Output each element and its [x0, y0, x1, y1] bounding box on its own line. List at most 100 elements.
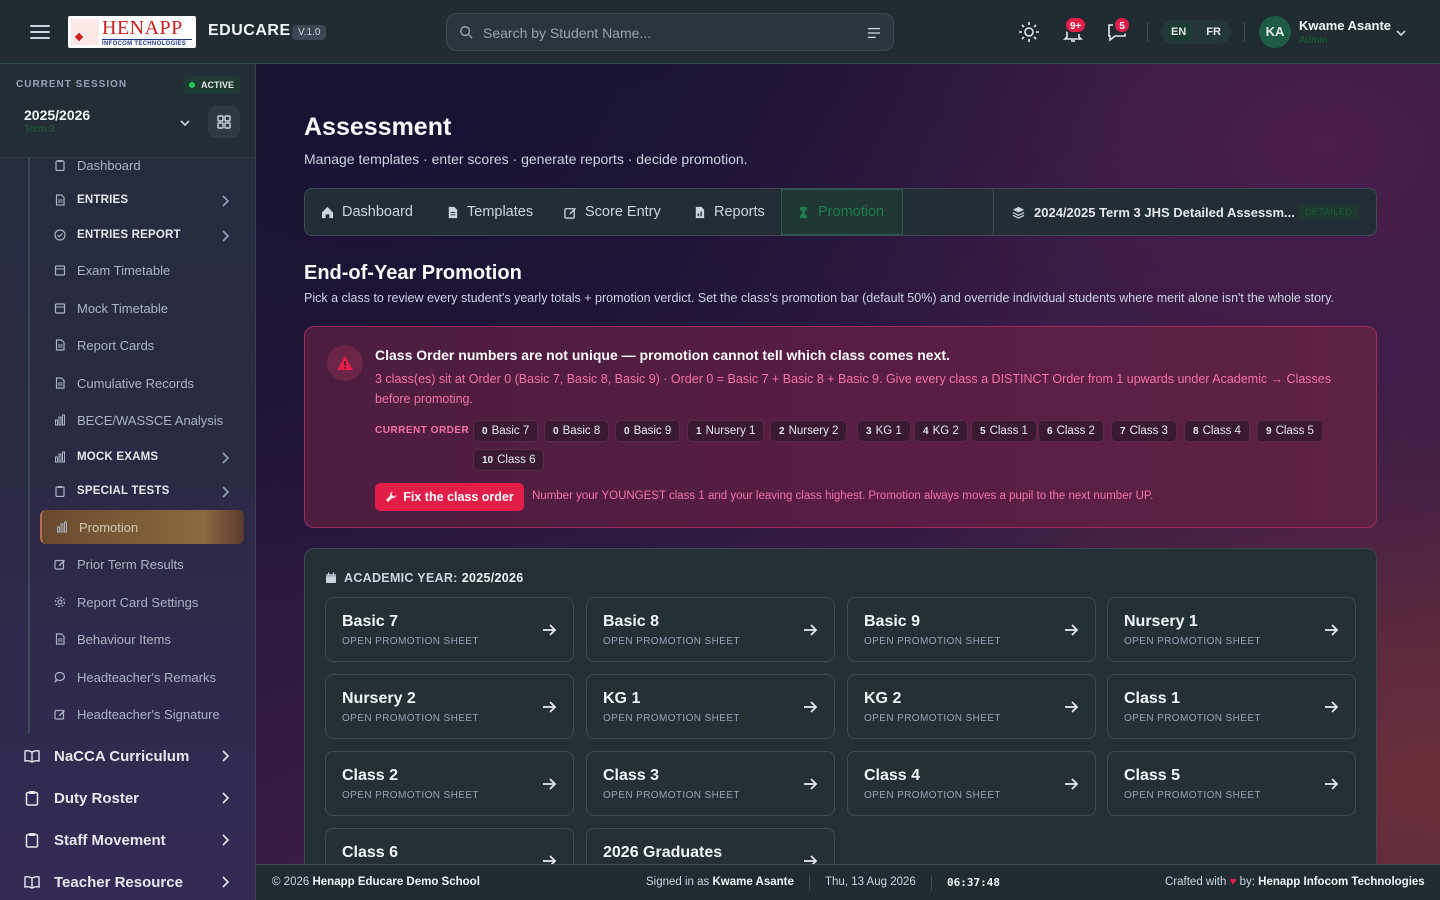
class-card[interactable]: 2026 GraduatesOPEN PROMOTION SHEET [586, 828, 835, 864]
logo-text: HENAPP [102, 17, 183, 39]
footer-credit: Crafted with ♥ by: Henapp Infocom Techno… [1165, 876, 1425, 888]
avatar[interactable]: KA [1259, 16, 1291, 48]
sidebar-item-special-tests[interactable]: SPECIAL TESTS [40, 474, 244, 508]
search-icon [460, 26, 473, 39]
sidebar: CURRENT SESSION ACTIVE 2025/2026 Term 3 … [0, 64, 256, 900]
sidebar-item-prior-term-results[interactable]: Prior Term Results [40, 547, 244, 581]
tab-dashboard[interactable]: Dashboard [321, 189, 413, 235]
order-number: 0 [553, 426, 559, 437]
card-subtitle: OPEN PROMOTION SHEET [603, 790, 740, 801]
class-card[interactable]: Basic 9 OPEN PROMOTION SHEET [847, 597, 1096, 662]
sidebar-section-duty-roster[interactable]: Duty Roster [0, 778, 255, 818]
messages-badge: 5 [1113, 16, 1131, 34]
order-chip: 3 KG 1 [857, 420, 911, 442]
sidebar-section-teacher-resource[interactable]: Teacher Resource [0, 862, 255, 900]
grid-icon [217, 115, 231, 129]
sidebar-item-behaviour-items[interactable]: Behaviour Items [40, 622, 244, 656]
sidebar-item-report-cards[interactable]: Report Cards [40, 328, 244, 362]
order-class-name: Basic 7 [491, 425, 530, 437]
user-role: Admin [1299, 35, 1328, 46]
card-subtitle: OPEN PROMOTION SHEET [603, 713, 740, 724]
menu-icon[interactable] [28, 22, 52, 42]
order-class-name: Class 2 [1056, 425, 1095, 437]
class-card[interactable]: Basic 7 OPEN PROMOTION SHEET [325, 597, 574, 662]
card-subtitle: OPEN PROMOTION SHEET [342, 713, 479, 724]
class-name: KG 1 [603, 690, 641, 707]
order-number: 6 [1047, 426, 1053, 437]
chevron-down-icon[interactable] [178, 116, 192, 130]
sidebar-item-mock-exams[interactable]: MOCK EXAMS [40, 440, 244, 474]
sidebar-item-headteacher-s-signature[interactable]: Headteacher's Signature [40, 697, 244, 731]
search-input[interactable] [483, 22, 853, 44]
order-number: 9 [1266, 426, 1272, 437]
sidebar-item-mock-timetable[interactable]: Mock Timetable [40, 291, 244, 325]
sidebar-section-staff-movement[interactable]: Staff Movement [0, 820, 255, 860]
sidebar-item-exam-timetable[interactable]: Exam Timetable [40, 253, 244, 287]
chevron-right-icon [220, 451, 230, 464]
class-name: Basic 7 [342, 613, 399, 630]
copyright: © 2026 [272, 876, 310, 888]
arrow-right-icon [1323, 776, 1339, 792]
sidebar-item-cumulative-records[interactable]: Cumulative Records [40, 366, 244, 400]
company-link[interactable]: Henapp Infocom Technologies [1258, 876, 1425, 888]
order-chip: 2 Nursery 2 [770, 420, 848, 442]
class-card[interactable]: KG 2 OPEN PROMOTION SHEET [847, 674, 1096, 739]
wrench-icon [386, 491, 397, 502]
class-name: Basic 9 [864, 613, 921, 630]
user-name[interactable]: Kwame Asante [1299, 18, 1391, 33]
chat-icon [54, 671, 66, 684]
tab-templates[interactable]: Templates [446, 189, 533, 235]
sidebar-item-promotion[interactable]: Promotion [40, 510, 244, 544]
session-year[interactable]: 2025/2026 [24, 107, 90, 123]
calendar-icon [54, 264, 66, 276]
chevron-right-icon [220, 229, 230, 242]
sidebar-item-bece-wassce-analysis[interactable]: BECE/WASSCE Analysis [40, 403, 244, 437]
lang-en[interactable]: EN [1166, 23, 1192, 41]
sidebar-item-entries-report[interactable]: ENTRIES REPORT [40, 218, 244, 252]
clipboard-icon [24, 832, 40, 848]
template-selector[interactable]: 2024/2025 Term 3 JHS Detailed Assessm... [1012, 189, 1295, 235]
tab-reports[interactable]: Reports [693, 189, 765, 235]
class-card[interactable]: Class 2 OPEN PROMOTION SHEET [325, 751, 574, 816]
order-class-name: Nursery 2 [788, 425, 839, 437]
report-icon [695, 206, 705, 218]
arrow-right-icon [541, 853, 557, 864]
class-card[interactable]: Nursery 2 OPEN PROMOTION SHEET [325, 674, 574, 739]
class-card[interactable]: Basic 8 OPEN PROMOTION SHEET [586, 597, 835, 662]
class-card[interactable]: Class 1 OPEN PROMOTION SHEET [1107, 674, 1356, 739]
order-chip: 0 Basic 7 [473, 420, 539, 442]
lang-fr[interactable]: FR [1201, 23, 1226, 41]
chevron-down-icon[interactable] [1394, 26, 1408, 40]
tab-score-entry[interactable]: Score Entry [564, 189, 661, 235]
class-card[interactable]: Class 3 OPEN PROMOTION SHEET [586, 751, 835, 816]
tab-label: Reports [714, 204, 765, 220]
sidebar-item-report-card-settings[interactable]: Report Card Settings [40, 585, 244, 619]
clipboard-icon [24, 790, 40, 806]
apps-grid-button[interactable] [208, 106, 240, 138]
theme-toggle-icon[interactable] [1017, 20, 1041, 44]
calendar-icon [326, 572, 336, 583]
class-card[interactable]: KG 1 OPEN PROMOTION SHEET [586, 674, 835, 739]
class-card[interactable]: Class 5 OPEN PROMOTION SHEET [1107, 751, 1356, 816]
app-logo[interactable]: HENAPP INFOCOM TECHNOLOGIES [68, 16, 196, 48]
sidebar-item-label: Promotion [79, 519, 139, 535]
heart-icon: ♥ [1229, 876, 1237, 888]
sidebar-item-entries[interactable]: ENTRIES [40, 183, 244, 217]
class-card[interactable]: Nursery 1 OPEN PROMOTION SHEET [1107, 597, 1356, 662]
sidebar-section-nacca-curriculum[interactable]: NaCCA Curriculum [0, 736, 255, 776]
arrow-right-icon [802, 622, 818, 638]
template-badge: DETAILED [1299, 204, 1359, 220]
order-class-name: Class 1 [989, 425, 1028, 437]
page-subtitle: Manage templates · enter scores · genera… [304, 151, 748, 167]
class-card[interactable]: Class 6OPEN PROMOTION SHEET [325, 828, 574, 864]
edit-icon [54, 708, 66, 720]
filter-icon[interactable] [867, 26, 881, 40]
sidebar-item-headteacher-s-remarks[interactable]: Headteacher's Remarks [40, 660, 244, 694]
class-card[interactable]: Class 4 OPEN PROMOTION SHEET [847, 751, 1096, 816]
class-name: KG 2 [864, 690, 902, 707]
tab-label: Promotion [818, 204, 885, 220]
arrow-right-icon [802, 699, 818, 715]
tab-promotion[interactable]: Promotion [781, 189, 903, 235]
fix-class-order-button[interactable]: Fix the class order [375, 483, 524, 511]
academic-year: ACADEMIC YEAR: 2025/2026 [325, 571, 524, 585]
